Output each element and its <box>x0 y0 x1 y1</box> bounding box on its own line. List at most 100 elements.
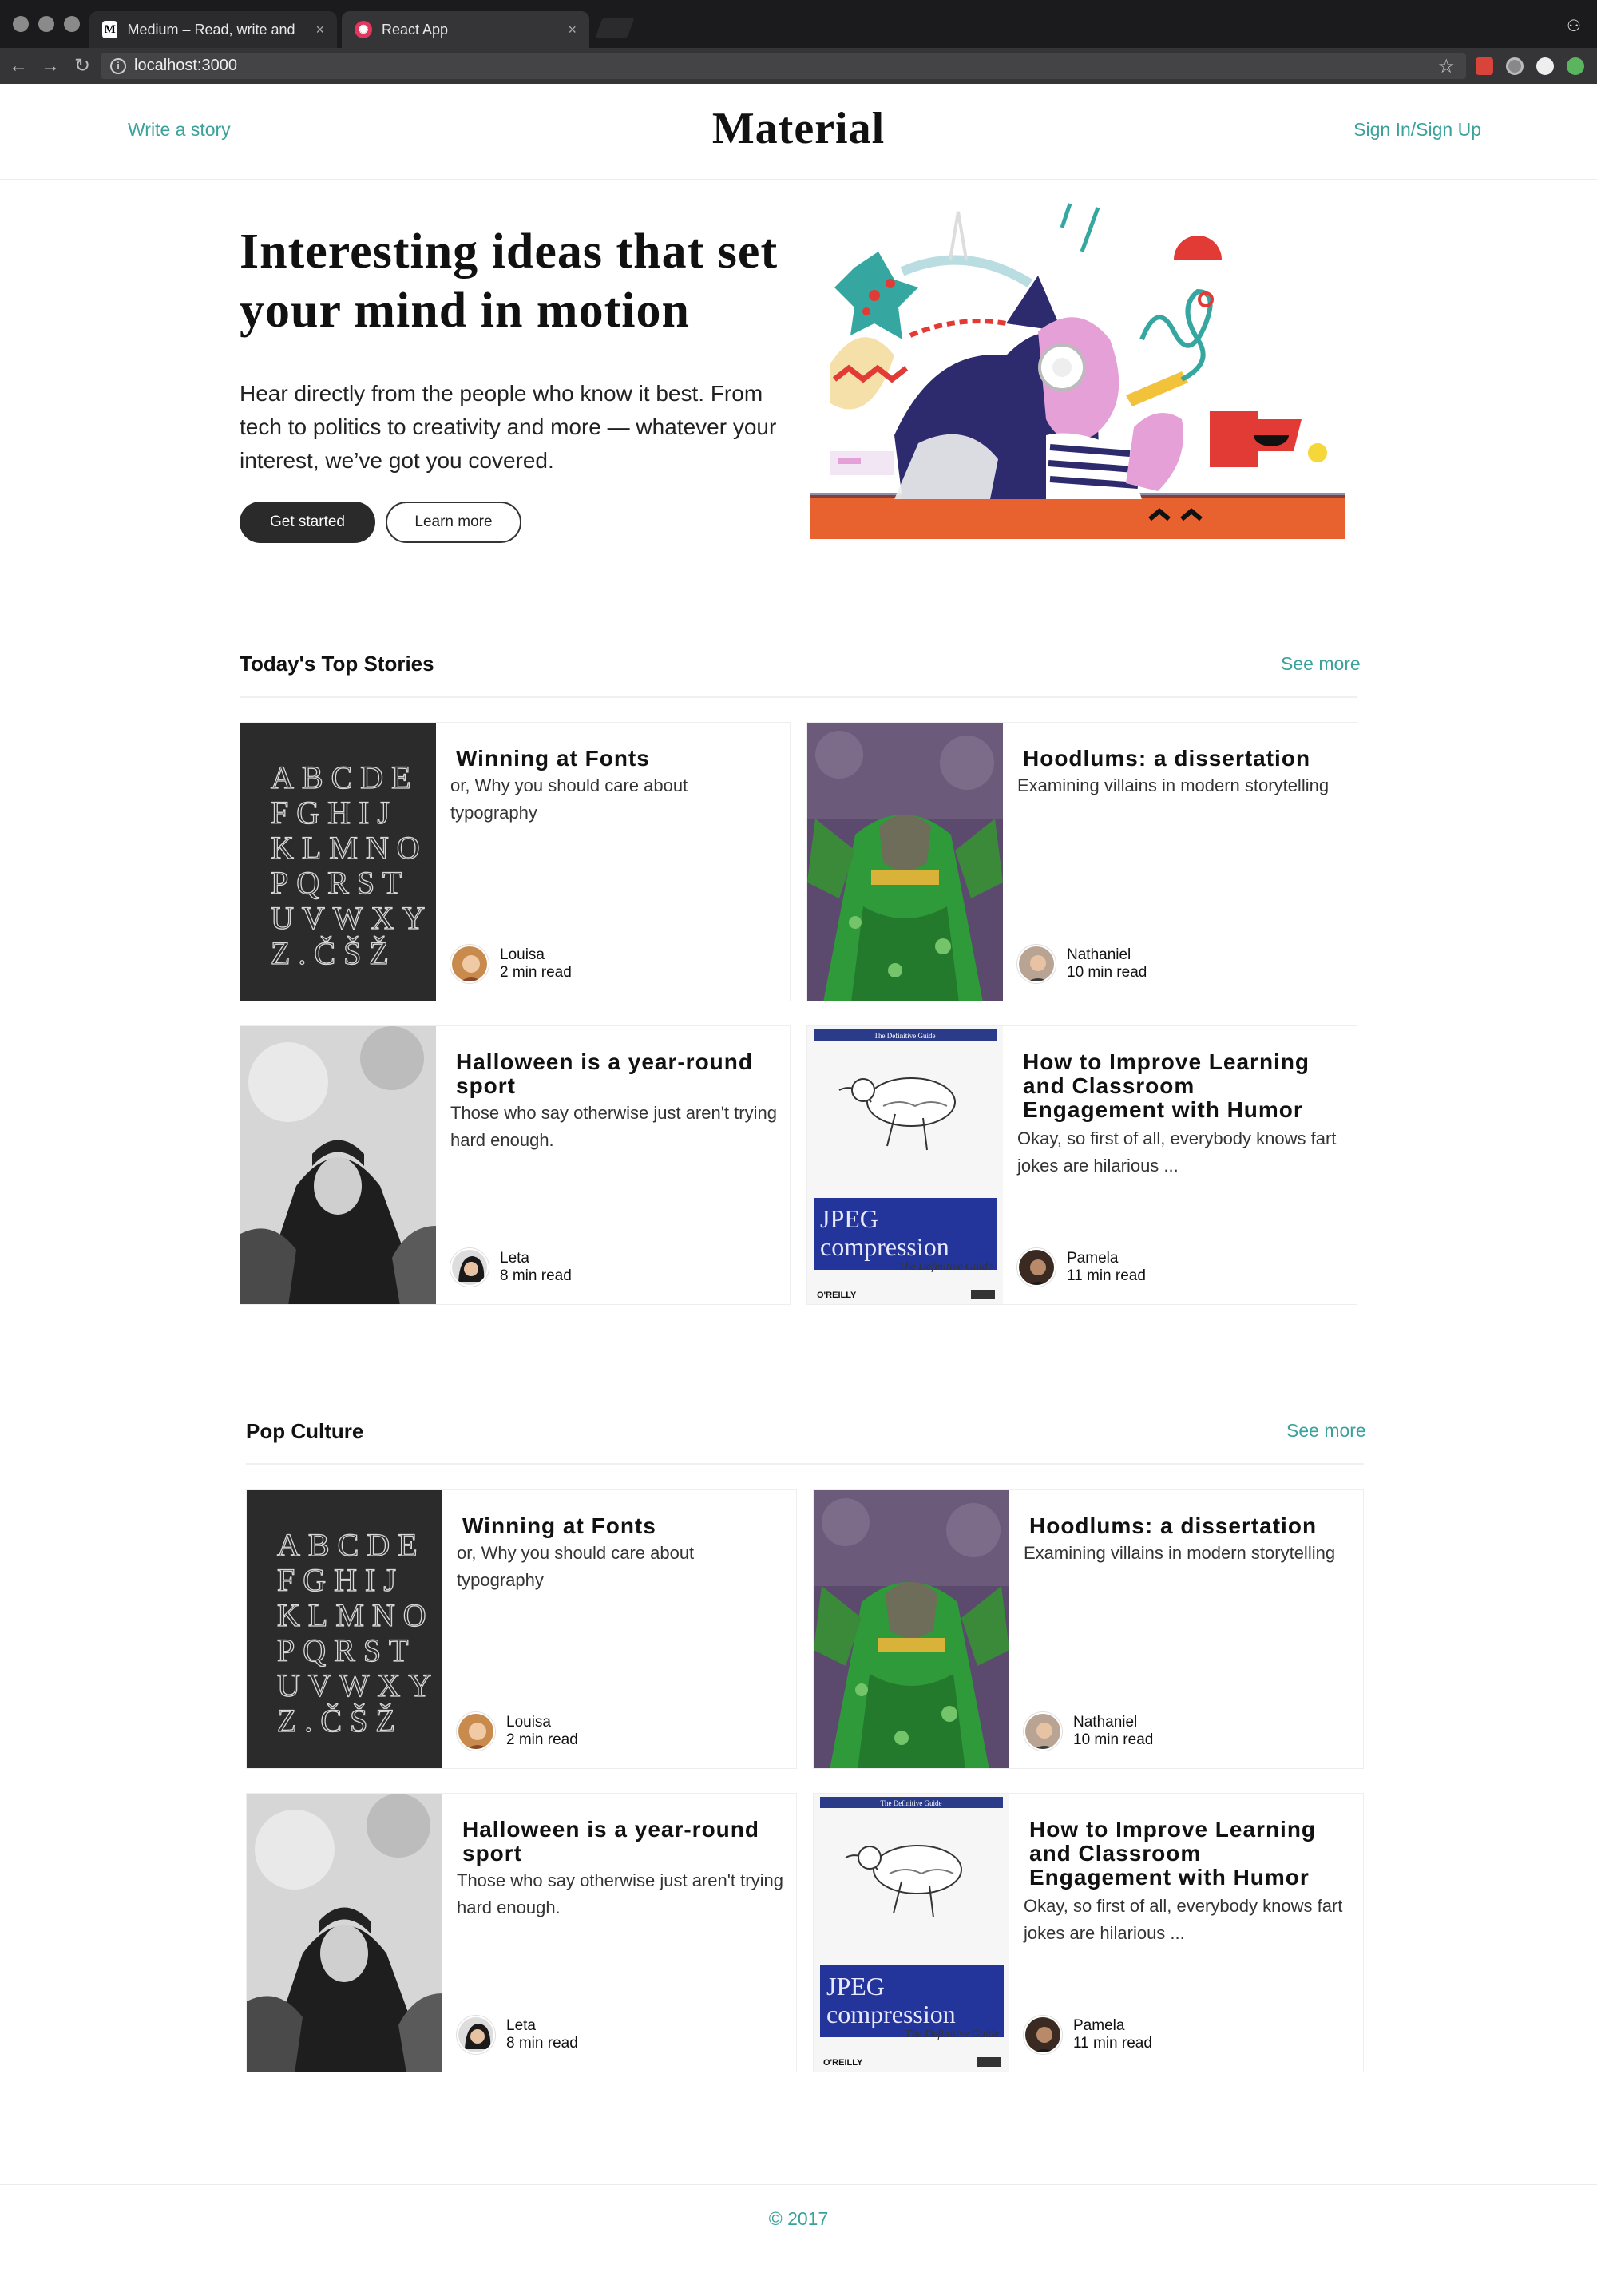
book-title-1: JPEG <box>826 1972 885 2001</box>
sign-in-link[interactable]: Sign In/Sign Up <box>1353 119 1481 141</box>
read-time: 8 min read <box>500 1267 572 1284</box>
profile-icon[interactable]: ⚇ <box>1567 16 1584 35</box>
alphabet-row: Z.ČŠŽ <box>271 935 397 971</box>
story-description: Okay, so first of all, everybody knows f… <box>1017 1128 1337 1176</box>
story-title[interactable]: Hoodlums: a dissertation <box>1029 1514 1349 1538</box>
author-name[interactable]: Louisa <box>500 946 572 964</box>
book-publisher: O'REILLY <box>823 2058 863 2068</box>
story-thumbnail <box>814 1490 1009 1768</box>
url-input[interactable]: i localhost:3000 ☆ <box>101 53 1466 79</box>
maximize-window-button[interactable] <box>64 16 80 32</box>
story-description: Examining villains in modern storytellin… <box>1024 1543 1336 1563</box>
story-title[interactable]: Halloween is a year-round sport <box>462 1818 782 1866</box>
story-title[interactable]: Winning at Fonts <box>462 1514 782 1538</box>
close-window-button[interactable] <box>13 16 29 32</box>
author-name[interactable]: Leta <box>506 2017 578 2035</box>
read-time: 11 min read <box>1067 1267 1146 1284</box>
avatar[interactable] <box>1017 945 1056 983</box>
book-title-1: JPEG <box>820 1204 878 1233</box>
avatar[interactable] <box>457 2016 495 2054</box>
story-title[interactable]: How to Improve Learning and Classroom En… <box>1029 1818 1349 1890</box>
avatar[interactable] <box>1024 1712 1062 1751</box>
tab-medium[interactable]: M Medium – Read, write and sha × <box>89 11 337 48</box>
author-name[interactable]: Nathaniel <box>1073 1714 1153 1731</box>
forward-icon[interactable]: → <box>38 54 62 78</box>
author-name[interactable]: Leta <box>500 1250 572 1267</box>
medium-icon: M <box>102 21 118 38</box>
avatar[interactable] <box>1024 2016 1062 2054</box>
book-top-line: The Definitive Guide <box>881 1799 942 1807</box>
story-title[interactable]: Hoodlums: a dissertation <box>1023 747 1342 771</box>
extension-icon[interactable] <box>1536 57 1554 75</box>
read-time: 2 min read <box>506 1731 578 1748</box>
story-description: or, Why you should care about typography <box>450 775 688 823</box>
story-card[interactable]: Halloween is a year-round sport Those wh… <box>246 1793 797 2072</box>
section-divider <box>240 696 1357 698</box>
author-info: Louisa 2 min read <box>457 1712 578 1751</box>
section-title: Today's Top Stories <box>240 652 434 676</box>
extension-icon[interactable] <box>1506 57 1524 75</box>
copyright: © 2017 <box>768 2208 829 2229</box>
story-card[interactable]: ABCDE FGHIJ KLMNO PQRST UVWXY Z.ČŠŽ Winning… <box>240 722 791 1001</box>
author-info: Leta 8 min read <box>450 1248 572 1287</box>
alphabet-row: UVWXY <box>277 1667 439 1703</box>
author-name[interactable]: Louisa <box>506 1714 578 1731</box>
close-tab-icon[interactable]: × <box>568 22 577 38</box>
story-title[interactable]: Halloween is a year-round sport <box>456 1050 775 1098</box>
story-card[interactable]: Hoodlums: a dissertation Examining villa… <box>806 722 1357 1001</box>
section-title: Pop Culture <box>246 1419 364 1443</box>
tab-react-app[interactable]: ✺ React App × <box>342 11 589 48</box>
avatar[interactable] <box>450 945 489 983</box>
author-info: Pamela 11 min read <box>1017 1248 1146 1287</box>
window-controls <box>13 16 80 32</box>
info-icon[interactable]: i <box>110 57 126 74</box>
avatar[interactable] <box>450 1248 489 1287</box>
author-name[interactable]: Pamela <box>1073 2017 1152 2035</box>
extension-icon[interactable] <box>1567 57 1584 75</box>
author-info: Leta 8 min read <box>457 2016 578 2054</box>
book-publisher: O'REILLY <box>817 1291 857 1300</box>
alphabet-row: KLMNO <box>271 830 428 866</box>
tab-label: Medium – Read, write and sha <box>127 21 299 38</box>
new-tab-button[interactable] <box>595 18 635 38</box>
story-thumbnail: The Definitive Guide JPEG compression Th… <box>814 1794 1009 2072</box>
read-time: 11 min read <box>1073 2035 1152 2052</box>
hero-illustration <box>806 196 1349 547</box>
bookmark-star-icon[interactable]: ☆ <box>1437 55 1455 78</box>
hero-title: Interesting ideas that set your mind in … <box>240 224 779 338</box>
read-time: 2 min read <box>500 964 572 981</box>
story-thumbnail: The Definitive Guide JPEG compression Th… <box>807 1026 1003 1304</box>
story-thumbnail: ABCDE FGHIJ KLMNO PQRST UVWXY Z.ČŠŽ <box>247 1490 442 1768</box>
learn-more-button[interactable]: Learn more <box>386 502 521 543</box>
minimize-window-button[interactable] <box>38 16 54 32</box>
extension-icon[interactable] <box>1476 57 1493 75</box>
story-card[interactable]: ABCDE FGHIJ KLMNO PQRST UVWXY Z.ČŠŽ Winning… <box>246 1489 797 1769</box>
avatar[interactable] <box>457 1712 495 1751</box>
hero-subtitle: Hear directly from the people who know i… <box>240 381 777 473</box>
story-thumbnail <box>240 1026 436 1304</box>
address-bar: ← → ↻ i localhost:3000 ☆ <box>0 48 1597 84</box>
story-title[interactable]: Winning at Fonts <box>456 747 775 771</box>
story-card[interactable]: The Definitive Guide JPEG compression Th… <box>813 1793 1364 2072</box>
story-title[interactable]: How to Improve Learning and Classroom En… <box>1023 1050 1342 1122</box>
story-description: Those who say otherwise just aren't tryi… <box>450 1103 777 1150</box>
story-card[interactable]: The Definitive Guide JPEG compression Th… <box>806 1025 1357 1305</box>
book-title-2: compression <box>826 2000 956 2028</box>
author-name[interactable]: Pamela <box>1067 1250 1146 1267</box>
back-icon[interactable]: ← <box>6 54 30 78</box>
section-divider <box>246 1463 1364 1465</box>
reload-icon[interactable]: ↻ <box>70 54 94 78</box>
author-info: Pamela 11 min read <box>1024 2016 1152 2054</box>
read-time: 10 min read <box>1067 964 1147 981</box>
author-name[interactable]: Nathaniel <box>1067 946 1147 964</box>
see-more-link[interactable]: See more <box>1286 1420 1366 1441</box>
story-thumbnail <box>807 723 1003 1001</box>
avatar[interactable] <box>1017 1248 1056 1287</box>
alphabet-row: KLMNO <box>277 1597 434 1633</box>
see-more-link[interactable]: See more <box>1281 653 1361 675</box>
get-started-button[interactable]: Get started <box>240 502 375 543</box>
alphabet-row: FGHIJ <box>271 795 398 831</box>
story-card[interactable]: Halloween is a year-round sport Those wh… <box>240 1025 791 1305</box>
story-card[interactable]: Hoodlums: a dissertation Examining villa… <box>813 1489 1364 1769</box>
close-tab-icon[interactable]: × <box>315 22 324 38</box>
